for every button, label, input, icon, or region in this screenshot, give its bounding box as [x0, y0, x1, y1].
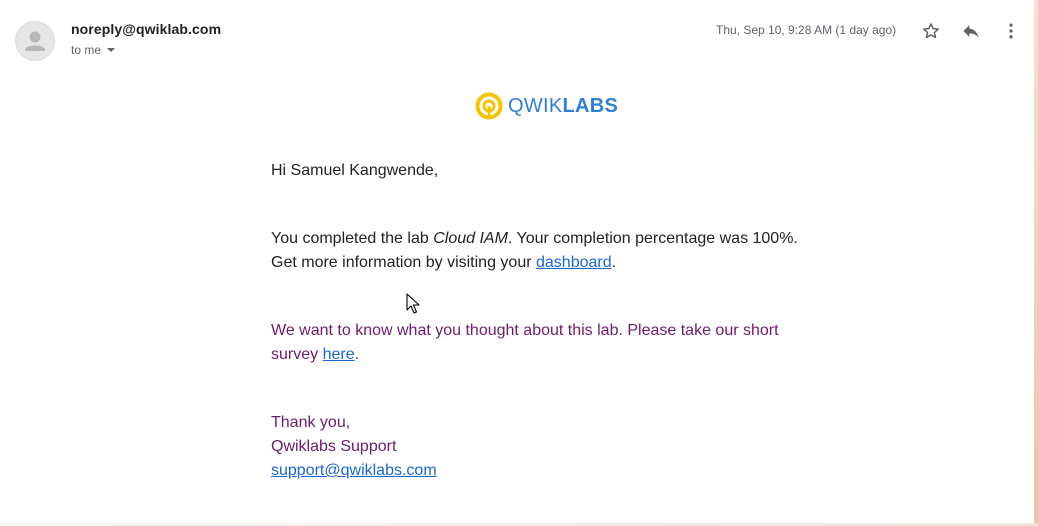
logo-text-light: QWIK [508, 94, 563, 117]
completion-suffix: . Your completion percentage was 100%. [507, 230, 798, 247]
thanks-line: Thank you, [271, 414, 351, 431]
window-edge [1034, 0, 1038, 526]
message-date: Thu, Sep 10, 9:28 AM (1 day ago) [716, 23, 897, 37]
survey-link[interactable]: here [323, 346, 355, 363]
completion-paragraph: You completed the lab Cloud IAM. Your co… [271, 227, 831, 275]
mouse-cursor-icon [406, 293, 420, 314]
person-icon [25, 31, 45, 51]
reply-icon [963, 25, 979, 38]
more-options-button[interactable] [999, 19, 1023, 43]
sender-avatar[interactable] [15, 21, 55, 61]
recipient-details[interactable]: to me [71, 43, 116, 57]
info-prefix: Get more information by visiting your [271, 254, 536, 271]
logo-text-bold: LABS [562, 94, 619, 117]
sender-email[interactable]: noreply@qwiklab.com [71, 21, 221, 37]
survey-paragraph: We want to know what you thought about t… [271, 319, 801, 367]
logo-wordmark: QWIKLABS [508, 95, 618, 118]
dashboard-link[interactable]: dashboard [536, 254, 612, 271]
support-email-link[interactable]: support@qwiklabs.com [271, 462, 437, 479]
star-icon [923, 23, 939, 39]
qwiklabs-logo: QWIKLABS [475, 91, 618, 121]
qwiklabs-logo-icon [475, 92, 503, 120]
chevron-down-icon[interactable] [107, 48, 116, 52]
signature-name: Qwiklabs Support [271, 438, 397, 455]
completion-prefix: You completed the lab [271, 230, 434, 247]
lab-name: Cloud IAM [433, 230, 508, 247]
reply-button[interactable] [959, 19, 983, 43]
star-button[interactable] [919, 19, 943, 43]
survey-suffix: . [354, 346, 360, 363]
more-vert-icon [1009, 23, 1013, 39]
greeting: Hi Samuel Kangwende, [271, 162, 439, 179]
info-suffix: . [611, 254, 617, 271]
recipient-label: to me [71, 43, 102, 57]
signature-block: Thank you, Qwiklabs Support support@qwik… [271, 411, 831, 483]
